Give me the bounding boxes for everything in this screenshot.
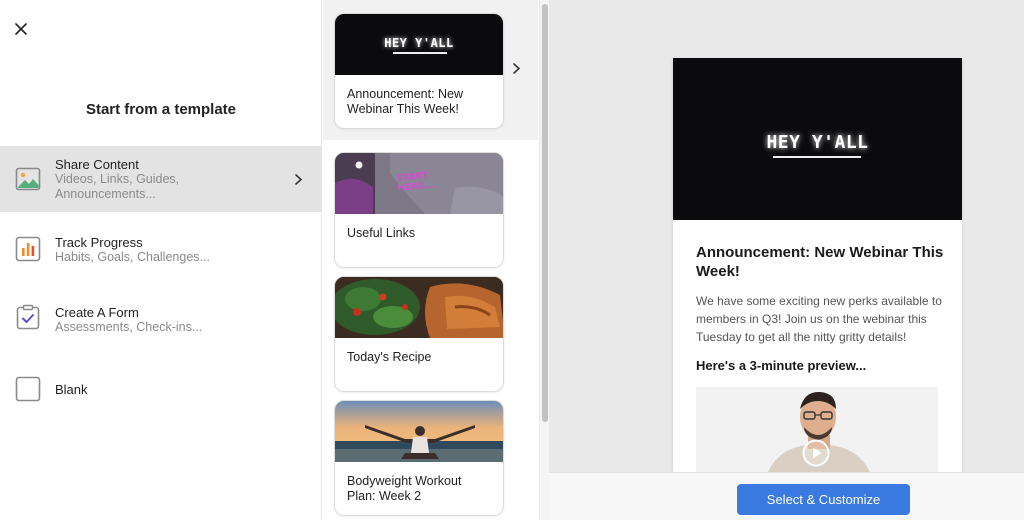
template-title: Bodyweight Workout Plan: Week 2 (347, 474, 462, 503)
category-create-form[interactable]: Create A Form Assessments, Check-ins... (0, 292, 322, 358)
template-title: Today's Recipe (347, 350, 432, 364)
template-card-recipe[interactable]: Today's Recipe (334, 276, 504, 392)
template-thumbnail: START HERE... (335, 153, 503, 214)
template-preview-card: HEY Y'ALL Announcement: New Webinar This… (673, 58, 962, 472)
food-photo (335, 277, 503, 338)
chevron-right-icon (295, 174, 302, 185)
template-categories-panel: Start from a template Share Content Vide… (0, 0, 322, 520)
image-icon (15, 167, 41, 191)
scrollbar-thumb[interactable] (542, 4, 548, 422)
neon-sign-text: HEY Y'ALL (384, 36, 454, 50)
close-button[interactable] (12, 20, 30, 38)
category-track-progress[interactable]: Track Progress Habits, Goals, Challenges… (0, 222, 322, 288)
chevron-right-icon[interactable] (513, 63, 520, 74)
template-thumbnail (335, 277, 503, 338)
category-label: Share Content (55, 157, 139, 172)
category-share-content[interactable]: Share Content Videos, Links, Guides, Ann… (0, 146, 322, 212)
workout-photo (335, 401, 503, 462)
preview-description: We have some exciting new perks availabl… (696, 294, 942, 344)
close-icon (15, 23, 27, 35)
template-thumbnail: HEY Y'ALL (335, 14, 503, 75)
panel-title: Start from a template (85, 101, 237, 118)
category-label: Create A Form (55, 305, 139, 320)
template-list: HEY Y'ALL Announcement: New Webinar This… (323, 0, 549, 520)
category-subtitle-2: Announcements... (55, 187, 156, 201)
blank-square-icon (15, 376, 41, 402)
play-icon[interactable] (802, 439, 830, 467)
bar-chart-icon (15, 236, 41, 262)
template-title: Useful Links (347, 226, 416, 240)
preview-video[interactable] (696, 387, 938, 472)
template-title: Announcement: New Webinar This Week! (347, 87, 464, 116)
template-list-scrollbar[interactable] (539, 0, 549, 520)
template-preview-pane: HEY Y'ALL Announcement: New Webinar This… (549, 0, 1024, 520)
preview-title: Announcement: New Webinar This Week! (696, 244, 944, 280)
category-subtitle: Habits, Goals, Challenges... (55, 250, 210, 264)
template-card-announcement[interactable]: HEY Y'ALL Announcement: New Webinar This… (334, 13, 504, 129)
template-thumbnail (335, 401, 503, 462)
category-blank[interactable]: Blank (0, 360, 322, 426)
select-customize-button[interactable]: Select & Customize (737, 484, 910, 515)
template-card-workout[interactable]: Bodyweight Workout Plan: Week 2 (334, 400, 504, 516)
preview-hero-image: HEY Y'ALL (673, 58, 962, 220)
footer-bar: Select & Customize (549, 472, 1024, 520)
template-picker: Start from a template Share Content Vide… (0, 0, 1024, 520)
preview-subheading: Here's a 3-minute preview... (696, 358, 867, 373)
template-card-useful-links[interactable]: START HERE... Useful Links (334, 152, 504, 268)
clipboard-check-icon (16, 304, 40, 330)
category-subtitle: Videos, Links, Guides, (55, 172, 180, 186)
category-label: Blank (55, 382, 88, 397)
category-subtitle: Assessments, Check-ins... (55, 320, 203, 334)
neon-sign-text: HEY Y'ALL (766, 132, 869, 153)
category-label: Track Progress (55, 235, 143, 250)
